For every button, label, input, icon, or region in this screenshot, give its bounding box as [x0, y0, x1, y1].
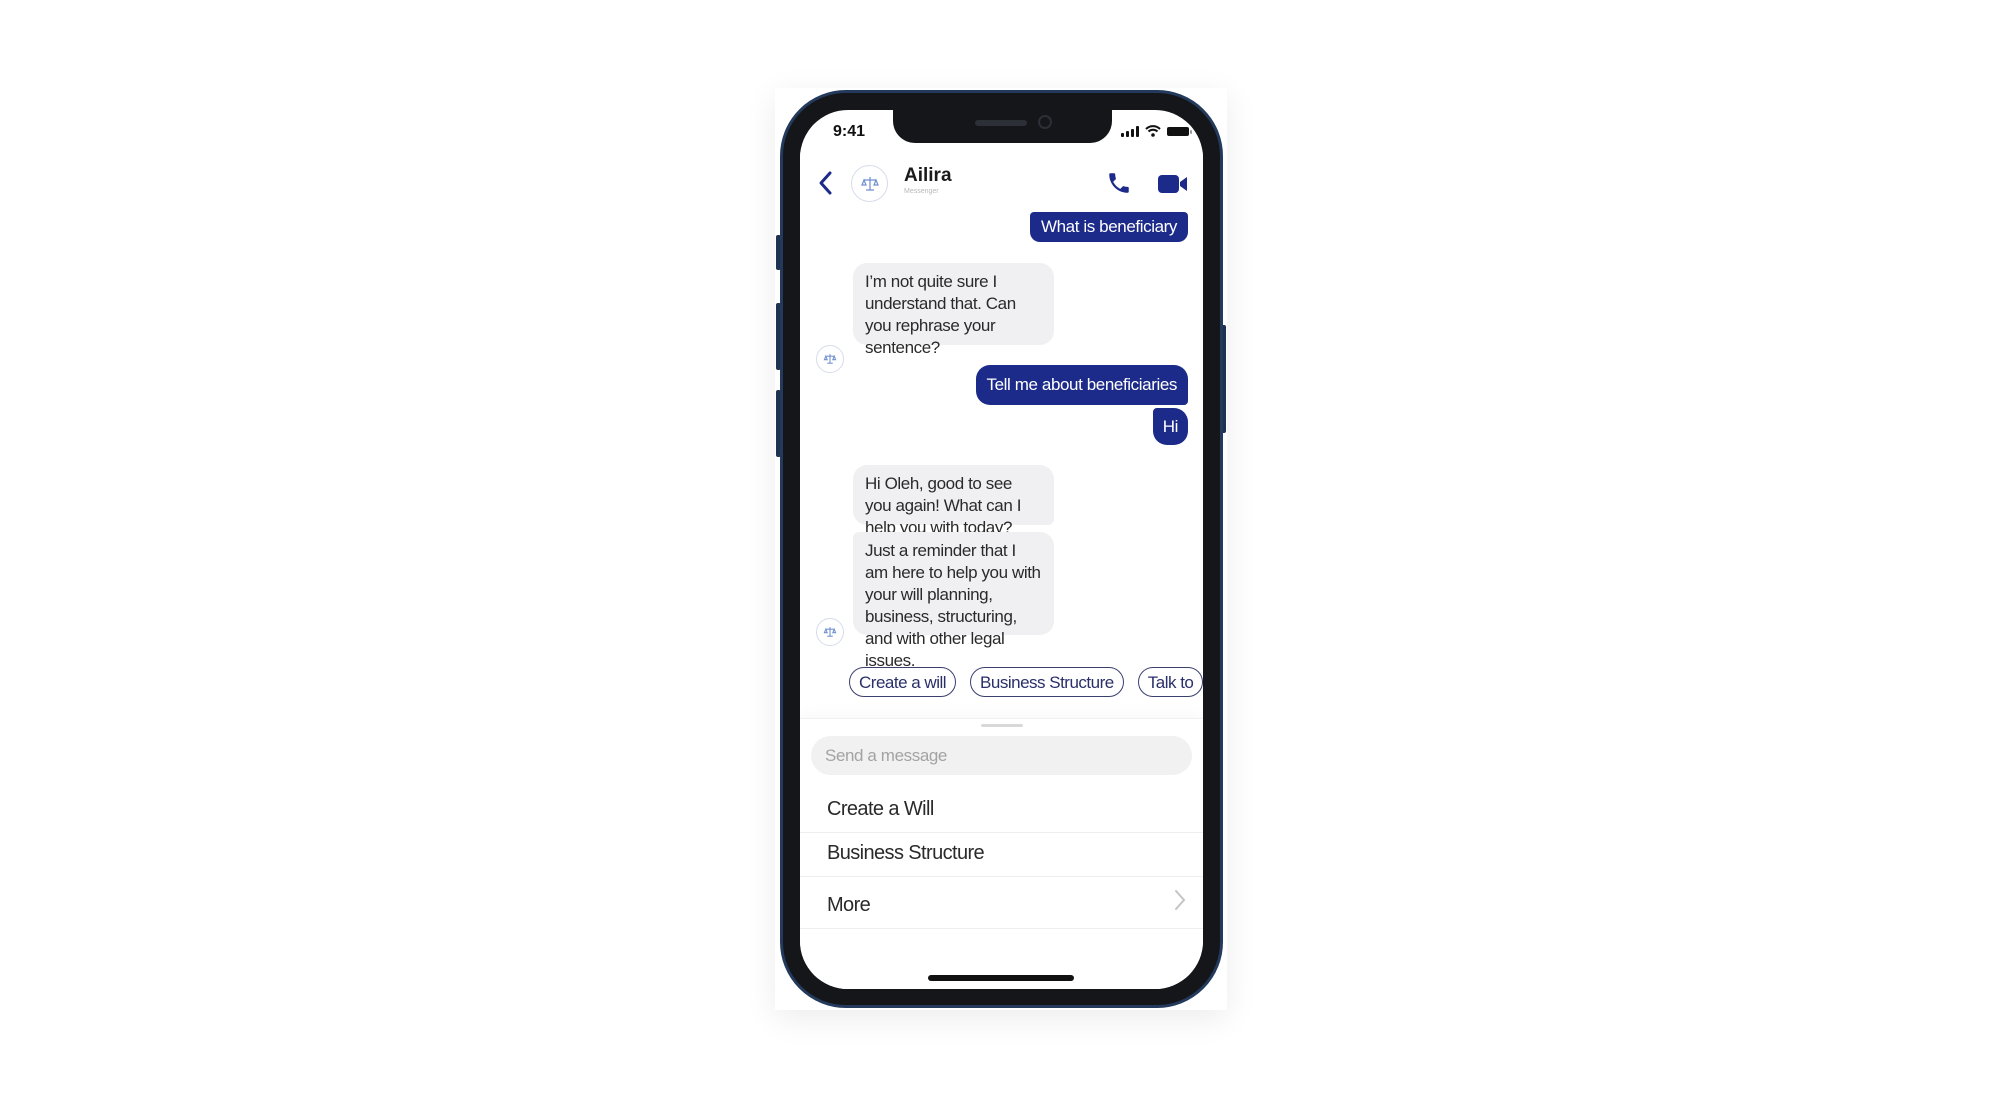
- menu-item-more[interactable]: More: [800, 876, 1203, 929]
- menu-item-label: More: [827, 894, 871, 916]
- scales-icon: [823, 627, 837, 637]
- scales-icon: [823, 354, 837, 364]
- chat-header: Ailira Messenger: [800, 150, 1203, 208]
- speaker: [975, 120, 1027, 126]
- phone-screen: 9:41 Ailira Messenger What is beneficiar…: [800, 110, 1203, 989]
- quick-replies: Create a will Business Structure Talk to: [849, 667, 1203, 697]
- message-list[interactable]: What is beneficiary I’m not quite sure I…: [800, 208, 1203, 716]
- phone-icon[interactable]: [1106, 170, 1132, 196]
- message-input[interactable]: [811, 736, 1192, 775]
- chevron-left-icon[interactable]: [816, 170, 836, 196]
- quick-reply-business-structure[interactable]: Business Structure: [970, 667, 1124, 697]
- notch: [893, 110, 1112, 143]
- message-outgoing: Tell me about beneficiaries: [975, 365, 1188, 405]
- avatar[interactable]: [851, 165, 888, 202]
- status-time: 9:41: [833, 123, 866, 140]
- chevron-right-icon: [1175, 890, 1186, 910]
- scales-icon: [860, 176, 879, 191]
- menu-item-create-will[interactable]: Create a Will: [800, 788, 1203, 833]
- message-incoming: I’m not quite sure I understand that. Ca…: [853, 263, 1054, 357]
- wifi-icon: [1145, 125, 1161, 137]
- message-incoming: Hi Oleh, good to see you again! What can…: [853, 465, 1054, 537]
- status-icons: [1121, 125, 1192, 137]
- signal-icon: [1121, 125, 1139, 137]
- contact-subtitle: Messenger: [904, 188, 939, 195]
- message-outgoing: Hi: [1152, 408, 1188, 445]
- menu-item-business-structure[interactable]: Business Structure: [800, 832, 1203, 877]
- menu-item-label: Create a Will: [827, 798, 934, 820]
- message-outgoing: What is beneficiary: [1029, 212, 1188, 242]
- battery-icon: [1167, 126, 1192, 136]
- message-incoming: Just a reminder that I am here to help y…: [853, 532, 1054, 670]
- sheet-drag-handle[interactable]: [981, 724, 1023, 727]
- home-indicator[interactable]: [928, 975, 1074, 981]
- contact-name: Ailira: [904, 165, 952, 186]
- bot-avatar: [816, 345, 844, 373]
- bot-avatar: [816, 618, 844, 646]
- video-camera-icon[interactable]: [1158, 174, 1188, 194]
- menu-item-label: Business Structure: [827, 842, 985, 864]
- quick-reply-talk-to[interactable]: Talk to: [1137, 667, 1203, 697]
- quick-reply-create-will[interactable]: Create a will: [849, 667, 957, 697]
- front-camera: [1038, 115, 1052, 129]
- bottom-sheet: Create a Will Business Structure More: [800, 718, 1203, 989]
